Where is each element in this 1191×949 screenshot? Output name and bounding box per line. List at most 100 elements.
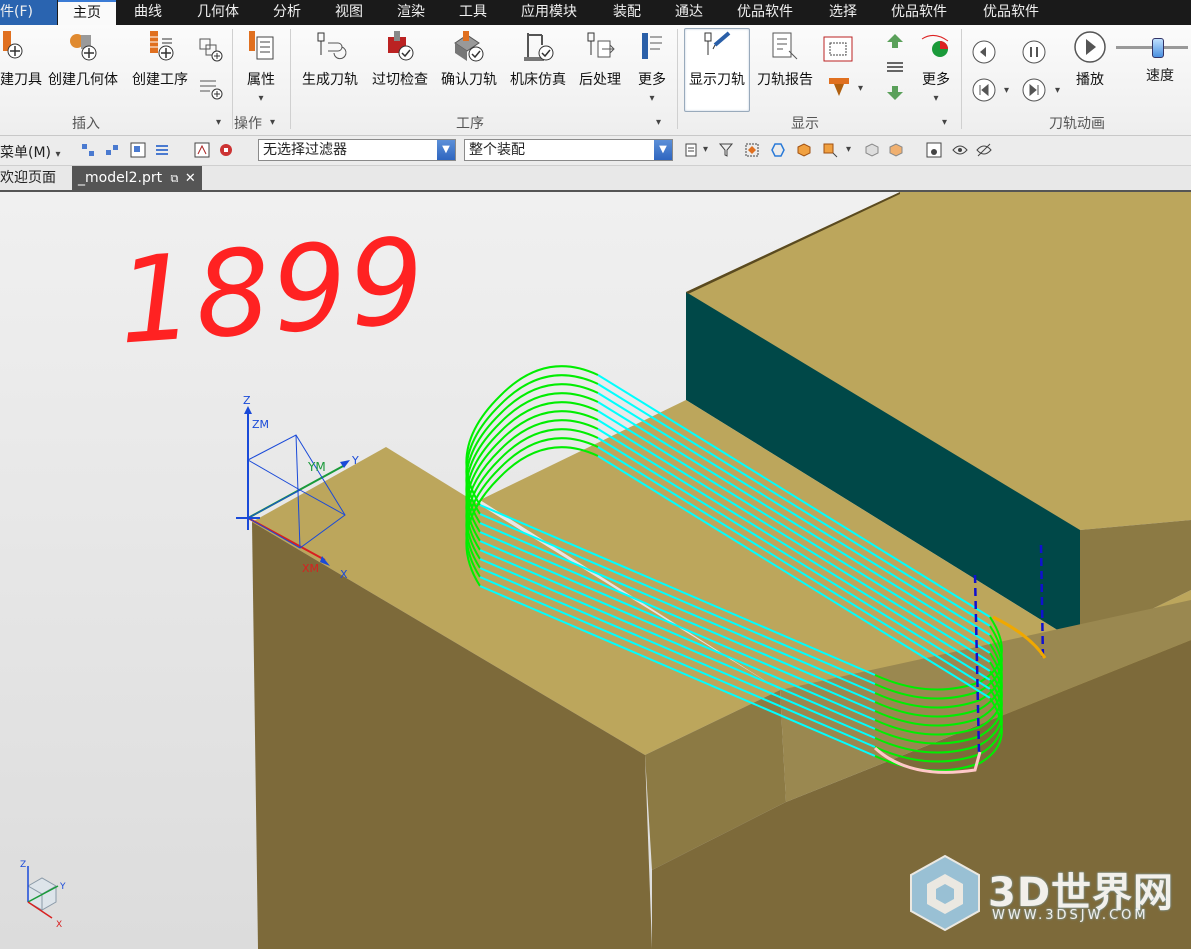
graphics-viewport[interactable]: Z ZM YM Y XM X 1899 Z Y X 3D世界网 WWW.3DSJ… xyxy=(0,192,1191,949)
snap-settings-icon[interactable] xyxy=(218,142,234,158)
menu-tools[interactable]: 工具 xyxy=(459,0,487,25)
rewind-dropdown-icon[interactable]: ▾ xyxy=(1004,85,1009,96)
close-icon[interactable]: ✕ xyxy=(185,171,196,186)
forward-dropdown-icon[interactable]: ▾ xyxy=(1055,85,1060,96)
menu-view[interactable]: 视图 xyxy=(335,0,363,25)
select-face-icon[interactable] xyxy=(130,142,146,158)
filter-type-dropdown-icon[interactable]: ▾ xyxy=(703,144,708,155)
menu-application[interactable]: 应用模块 xyxy=(521,0,577,25)
select-edge-icon[interactable] xyxy=(154,142,170,158)
watermark-logo-icon xyxy=(910,854,980,932)
chevron-down-icon[interactable]: ▼ xyxy=(654,140,672,160)
machine-sim-icon xyxy=(524,33,554,61)
axis-y-label: Y xyxy=(352,454,359,467)
chevron-down-icon[interactable]: ▼ xyxy=(437,140,455,160)
display-dropdown-icon[interactable]: ▾ xyxy=(942,117,947,128)
hexagon-icon[interactable] xyxy=(770,142,786,158)
create-method-icon[interactable] xyxy=(198,37,224,63)
move-up-icon[interactable] xyxy=(885,33,905,49)
snap-point-icon[interactable] xyxy=(194,142,210,158)
properties-button[interactable]: 属性 ▾ xyxy=(240,29,282,105)
create-geometry-label: 创建几何体 xyxy=(48,72,118,88)
create-operation-button[interactable]: 创建工序 xyxy=(128,29,192,89)
speed-slider-handle[interactable] xyxy=(1152,38,1164,58)
menu-curve[interactable]: 曲线 xyxy=(134,0,162,25)
actions-dropdown-icon[interactable]: ▾ xyxy=(270,117,275,128)
selection-filter-value: 无选择过滤器 xyxy=(263,142,347,158)
solid-select-icon[interactable] xyxy=(796,142,812,158)
menu-button[interactable]: 菜单(M) ▾ xyxy=(0,142,61,162)
shaded-view-icon[interactable] xyxy=(864,142,880,158)
display-stock-icon[interactable] xyxy=(822,35,854,63)
selection-filter-combo[interactable]: 无选择过滤器 ▼ xyxy=(258,139,456,161)
filter-type-icon[interactable] xyxy=(684,142,700,158)
menu-youpin-1[interactable]: 优品软件 xyxy=(737,0,793,25)
postprocess-button[interactable]: 后处理 xyxy=(575,29,625,89)
assembly-scope-combo[interactable]: 整个装配 ▼ xyxy=(464,139,673,161)
component-dropdown-icon[interactable]: ▾ xyxy=(846,144,851,155)
select-all-icon[interactable] xyxy=(744,142,760,158)
tool-display-dropdown-icon[interactable]: ▾ xyxy=(858,83,863,94)
verify-path-button[interactable]: 确认刀轨 xyxy=(437,29,501,89)
machine-sim-button[interactable]: 机床仿真 xyxy=(506,29,570,89)
insert-dropdown-icon[interactable]: ▾ xyxy=(216,117,221,128)
group-separator xyxy=(677,29,678,129)
mcs-view-icon[interactable] xyxy=(926,142,942,158)
menu-geometry[interactable]: 几何体 xyxy=(197,0,239,25)
component-select-icon[interactable] xyxy=(822,142,838,158)
path-report-button[interactable]: 刀轨报告 xyxy=(753,29,817,89)
menu-youpin-2[interactable]: 优品软件 xyxy=(891,0,947,25)
group-display-label: 显示 xyxy=(791,116,819,132)
selection-toolbar: 菜单(M) ▾ 无选择过滤器 ▼ 整个装配 ▼ ▾ ▾ xyxy=(0,136,1191,166)
select-body-icon[interactable] xyxy=(104,142,120,158)
rewind-icon[interactable] xyxy=(971,77,997,103)
visibility-eye-icon[interactable] xyxy=(952,142,968,158)
play-button[interactable]: 播放 xyxy=(1070,29,1110,89)
menu-file[interactable]: 件(F) xyxy=(0,0,57,25)
layers-icon[interactable] xyxy=(885,59,905,75)
operations-dropdown-icon[interactable]: ▾ xyxy=(656,117,661,128)
menu-analysis[interactable]: 分析 xyxy=(273,0,301,25)
menu-button-label: 菜单(M) xyxy=(0,145,52,161)
create-geometry-button[interactable]: 创建几何体 xyxy=(44,29,122,89)
show-path-icon xyxy=(704,31,731,55)
show-path-button[interactable]: 显示刀轨 xyxy=(684,28,750,112)
group-separator xyxy=(961,29,962,129)
menu-render[interactable]: 渲染 xyxy=(397,0,425,25)
menu-home[interactable]: 主页 xyxy=(58,0,116,27)
more-display-dropdown-icon[interactable]: ▾ xyxy=(933,93,938,104)
tool-display-icon[interactable] xyxy=(826,75,852,101)
verify-path-icon xyxy=(454,31,484,62)
menu-assembly[interactable]: 装配 xyxy=(613,0,641,25)
tab-welcome[interactable]: 欢迎页面 xyxy=(0,166,56,190)
more-display-icon xyxy=(921,35,949,57)
watermark-url: WWW.3DSJW.COM xyxy=(992,908,1149,923)
hide-eye-icon[interactable] xyxy=(976,142,992,158)
tab-model[interactable]: _model2.prt ⧉ ✕ xyxy=(72,166,202,190)
create-operation-icon xyxy=(150,31,174,61)
restore-icon[interactable]: ⧉ xyxy=(171,172,179,185)
select-feature-icon[interactable] xyxy=(80,142,96,158)
gouge-check-button[interactable]: 过切检查 xyxy=(368,29,432,89)
more-operations-dropdown-icon[interactable]: ▾ xyxy=(649,93,654,104)
path-report-label: 刀轨报告 xyxy=(757,72,813,88)
generate-path-button[interactable]: 生成刀轨 xyxy=(298,29,362,89)
wireframe-view-icon[interactable] xyxy=(888,142,904,158)
more-operations-button[interactable]: 更多 ▾ xyxy=(632,29,672,105)
step-back-icon[interactable] xyxy=(971,39,997,65)
menu-tongda[interactable]: 通达 xyxy=(675,0,703,25)
create-tool-button[interactable]: 建刀具 xyxy=(0,29,42,89)
filter-funnel-icon[interactable] xyxy=(718,142,734,158)
move-down-icon[interactable] xyxy=(885,85,905,101)
create-program-icon[interactable] xyxy=(198,75,224,101)
assembly-scope-value: 整个装配 xyxy=(469,142,525,158)
tab-model-label: _model2.prt xyxy=(78,170,163,186)
triad-z-label: Z xyxy=(20,860,27,870)
more-display-button[interactable]: 更多 ▾ xyxy=(918,29,954,105)
properties-dropdown-icon[interactable]: ▾ xyxy=(258,93,263,104)
fast-forward-icon[interactable] xyxy=(1021,77,1047,103)
menu-youpin-3[interactable]: 优品软件 xyxy=(983,0,1039,25)
pause-icon[interactable] xyxy=(1021,39,1047,65)
menu-select[interactable]: 选择 xyxy=(829,0,857,25)
axis-z-label: Z xyxy=(243,394,251,407)
